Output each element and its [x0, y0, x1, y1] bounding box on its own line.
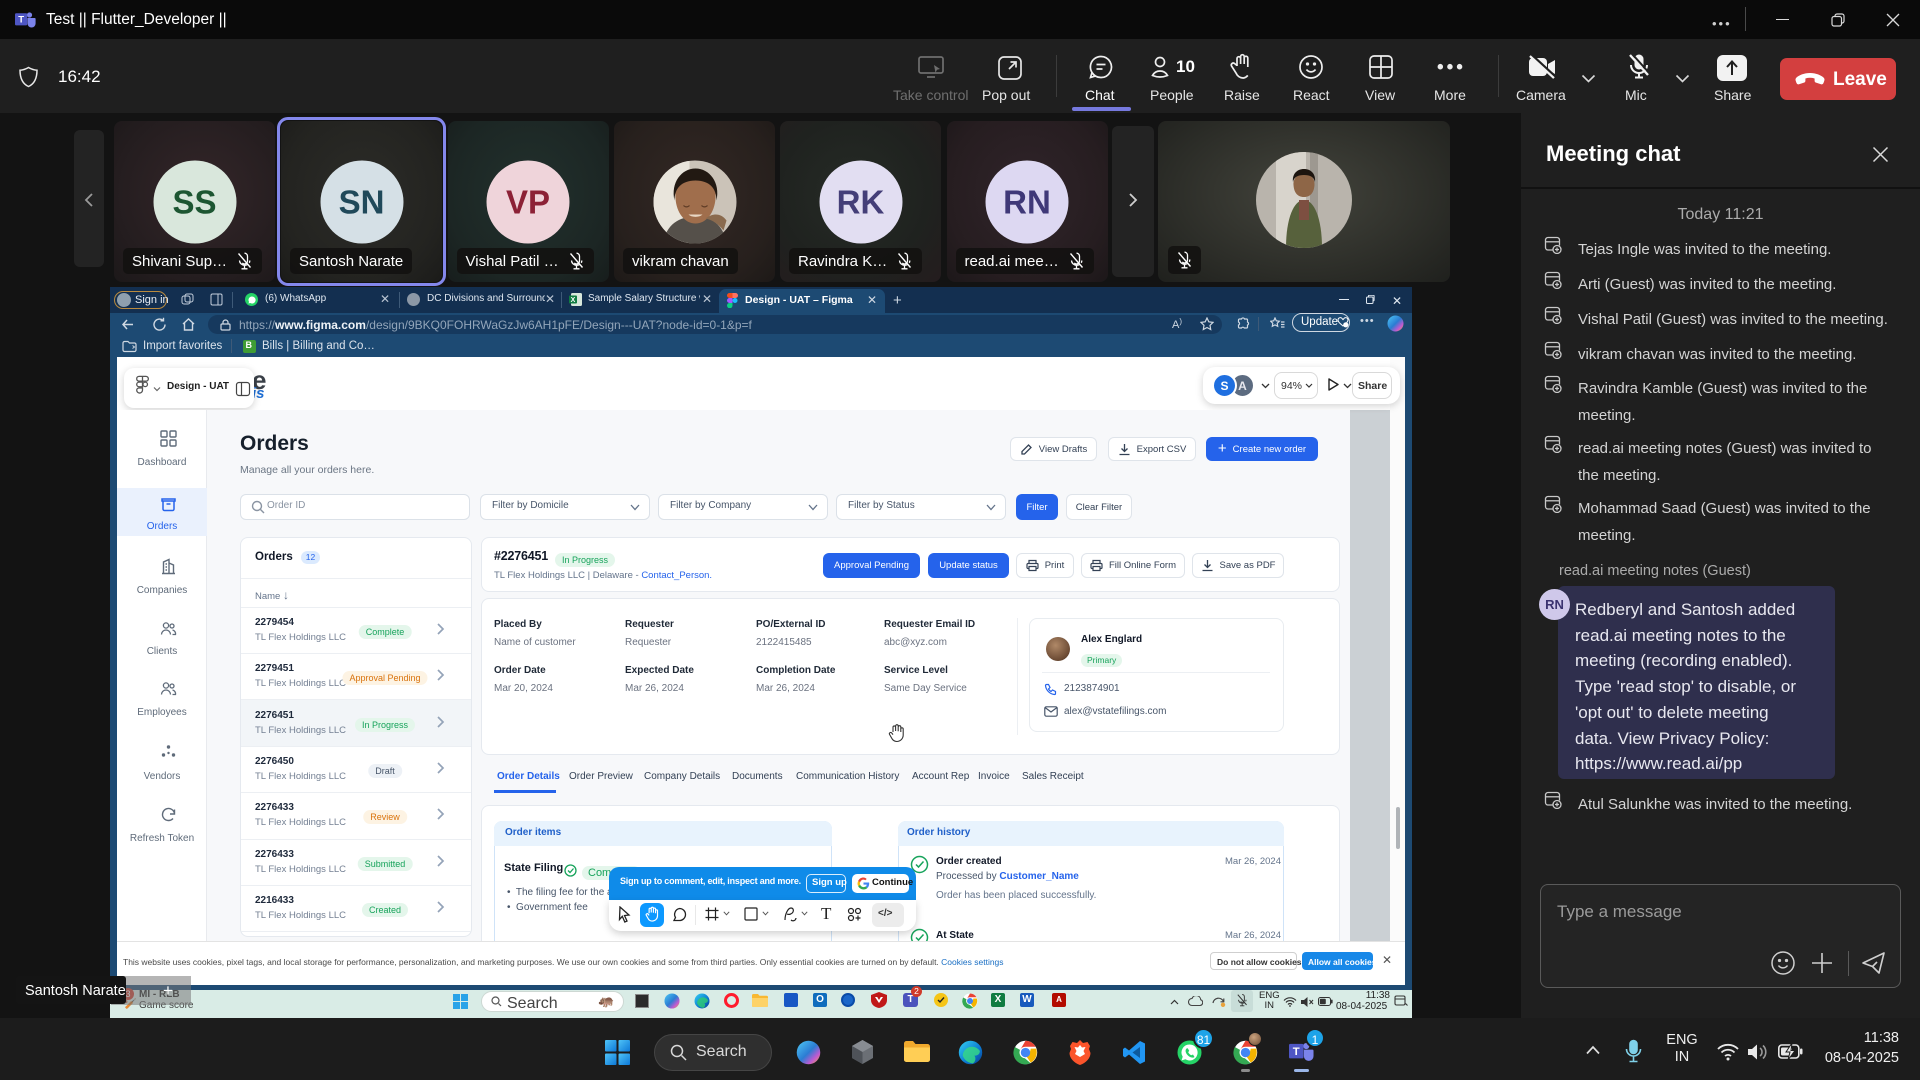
- svg-text:i: i: [1345, 323, 1346, 328]
- svg-text:T: T: [1293, 1046, 1300, 1058]
- svg-text:X: X: [571, 297, 576, 304]
- svg-text:T: T: [18, 15, 24, 26]
